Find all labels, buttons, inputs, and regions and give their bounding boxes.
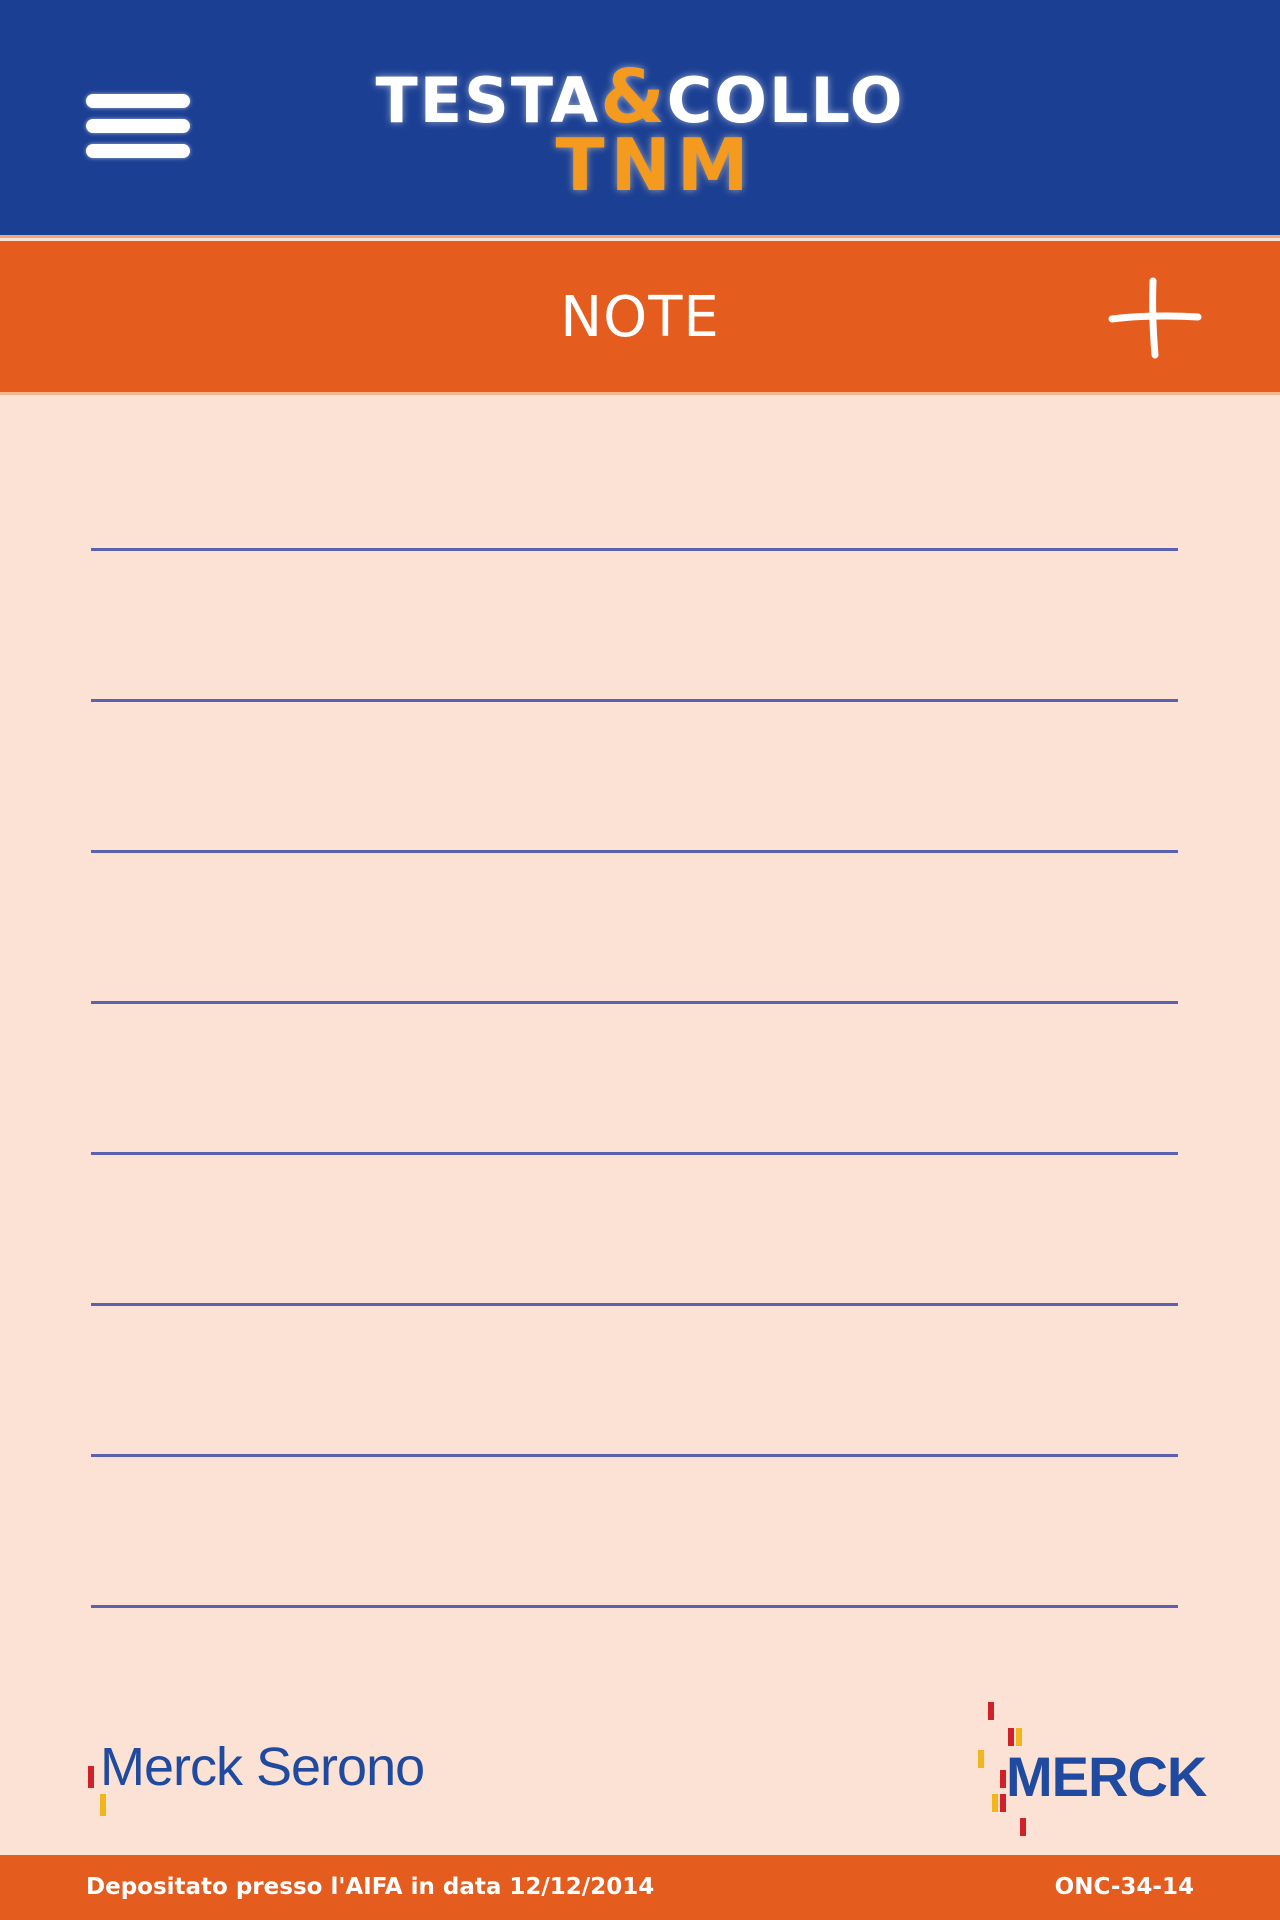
merck-text: MERCK [1006,1745,1207,1808]
note-line [91,1605,1178,1608]
note-line [91,699,1178,702]
merck-serono-text: Merck Serono [100,1737,425,1797]
footer: Depositato presso l'AIFA in data 12/12/2… [0,1855,1280,1920]
note-line [91,1454,1178,1457]
note-line [91,548,1178,551]
document-code: ONC-34-14 [1054,1874,1194,1900]
note-line [91,1152,1178,1155]
note-line [91,850,1178,853]
app-header: TESTA&COLLO TNM [0,0,1280,238]
title-bar: NOTE [0,241,1280,395]
notes-screen: TESTA&COLLO TNM NOTE Merck Serono MERCK … [0,0,1280,1920]
note-line [91,1303,1178,1306]
merck-serono-logo: Merck Serono [86,1736,466,1826]
note-line [91,1001,1178,1004]
note-lines-area[interactable] [0,398,1280,1658]
add-note-button[interactable] [1106,275,1202,361]
plus-icon [1108,277,1202,359]
app-logo-tnm: TNM [555,123,755,207]
deposit-notice: Depositato presso l'AIFA in data 12/12/2… [86,1874,655,1900]
page-title: NOTE [560,285,720,350]
merck-logo: MERCK [974,1700,1207,1840]
